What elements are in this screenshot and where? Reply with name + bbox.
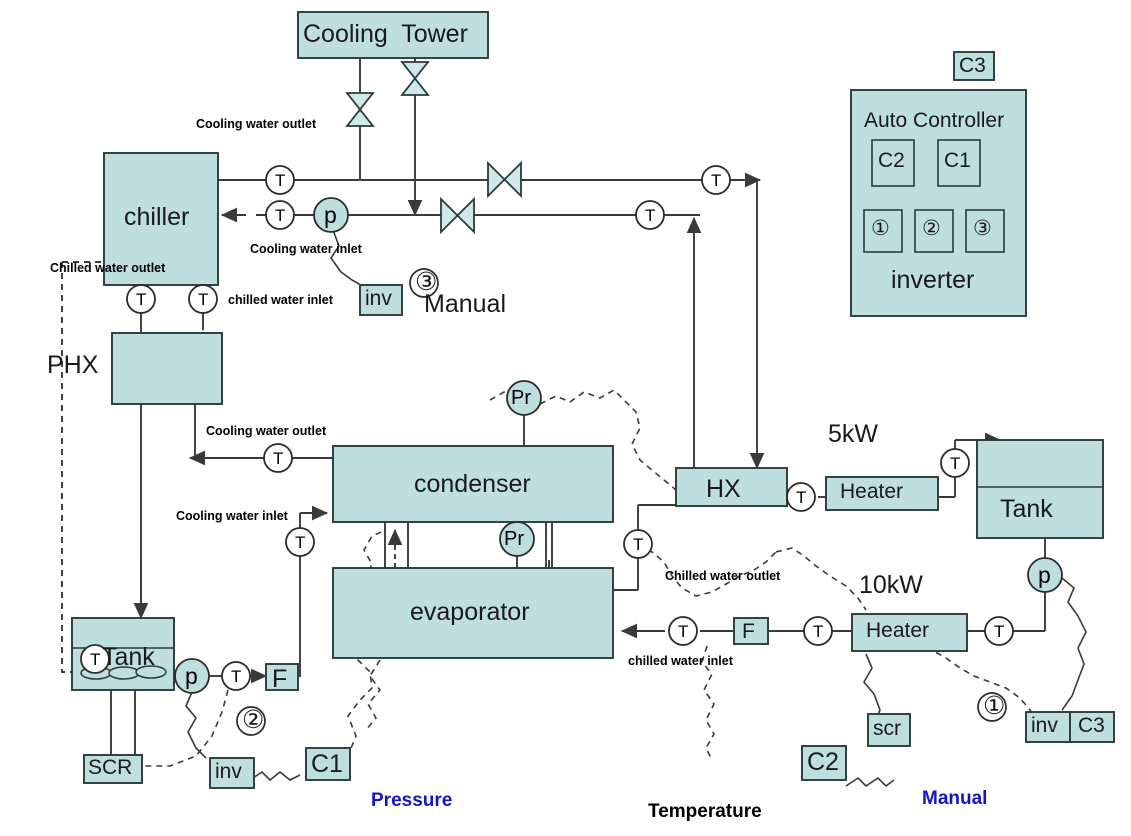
glyph-T-15: T: [813, 622, 824, 641]
label-condenser: condenser: [414, 470, 531, 498]
label-chilled-inlet-top: chilled water inlet: [228, 293, 333, 307]
label-c3-top: C3: [959, 54, 986, 77]
glyph-T-13: T: [950, 454, 961, 473]
glyph-T-14: T: [678, 622, 689, 641]
glyph-T-1: T: [275, 171, 286, 190]
glyph-T-8: T: [295, 533, 306, 552]
label-c3-right: C3: [1078, 714, 1105, 737]
label-panel-c2: C2: [878, 149, 905, 172]
glyph-T-11: T: [633, 535, 644, 554]
label-inv-left: inv: [215, 760, 242, 783]
label-evaporator: evaporator: [410, 598, 530, 626]
glyph-Pr-2: Pr: [504, 528, 524, 550]
label-chiller: chiller: [124, 203, 190, 231]
label-auto-controller-title: Auto Controller: [864, 109, 1005, 132]
link-pump-to-inv-top: [330, 229, 367, 289]
schematic-diagram: Cooling Tower chiller PHX condenser evap…: [0, 0, 1131, 836]
pipe-chilled-outlet-dashed: [61, 262, 118, 673]
label-scr-left: SCR: [88, 756, 133, 779]
glyph-T-9: T: [90, 650, 101, 669]
label-heater-bottom: Heater: [866, 619, 930, 642]
label-cw-inlet-top: Cooling water inlet: [250, 242, 362, 256]
label-tank-right: Tank: [1000, 495, 1053, 523]
pipe-cw-in-from-F: [292, 556, 301, 677]
label-scr-right: scr: [873, 717, 901, 740]
label-c1-left: C1: [311, 750, 343, 778]
label-panel-inv2: ②: [922, 217, 941, 240]
label-tank-left: Tank: [102, 643, 155, 671]
glyph-circle-1: ①: [983, 692, 1006, 720]
glyph-T-4: T: [645, 206, 656, 225]
label-cw-outlet-mid: Cooling water outlet: [206, 424, 327, 438]
label-cw-inlet-mid: Cooling water inlet: [176, 509, 288, 523]
label-panel-footer: inverter: [891, 266, 975, 294]
label-c2-right: C2: [807, 748, 839, 776]
annotation-left: Pressure Auto Controller Or Manual: [371, 747, 510, 836]
glyph-T-12: T: [796, 488, 807, 507]
glyph-T-6: T: [198, 290, 209, 309]
label-inv-top: inv: [365, 287, 392, 310]
box-phx: [111, 332, 223, 405]
glyph-T-16: T: [994, 622, 1005, 641]
label-cw-outlet-top: Cooling water outlet: [196, 117, 317, 131]
annotation-right-line1: Manual: [922, 787, 988, 809]
annotation-left-line1: Pressure: [371, 789, 453, 811]
link-pump-to-inv-right: [1061, 577, 1087, 711]
glyph-T-7: T: [273, 449, 284, 468]
valve-tower-downcomer: [400, 61, 430, 96]
label-phx: PHX: [47, 351, 99, 379]
link-T-to-SCR-dashed: [140, 689, 229, 767]
label-chilled-inlet-right: chilled water inlet: [628, 654, 733, 668]
valve-cw-inlet: [440, 196, 475, 235]
valve-cw-outlet: [487, 160, 522, 199]
link-to-heater10-dashed: [775, 547, 867, 611]
link-inv-to-C1: [252, 770, 301, 782]
annotation-center: Temperature Auto Controller: [648, 758, 787, 836]
label-panel-inv1: ①: [871, 217, 890, 240]
label-flow-right: F: [742, 620, 755, 643]
glyph-circle-2: ②: [242, 706, 265, 734]
link-pump-to-inv-left: [185, 691, 207, 759]
box-tank-right: [976, 439, 1104, 539]
label-cooling-tower: Cooling Tower: [303, 20, 468, 48]
glyph-T-10: T: [231, 667, 242, 686]
glyph-pump-3: p: [1038, 562, 1051, 588]
glyph-pump-1: p: [324, 202, 337, 228]
label-heater-top: Heater: [840, 480, 904, 503]
annotation-right: Manual Or Pressure Auto Controller: [922, 745, 1061, 836]
glyph-pump-2: p: [185, 663, 198, 689]
glyph-T-2: T: [275, 206, 286, 225]
link-C2-to-scr: [845, 776, 895, 788]
label-power-10kw: 10kW: [859, 571, 923, 599]
glyph-T-5: T: [136, 290, 147, 309]
label-flow-left: F: [272, 665, 288, 693]
label-chilled-outlet-top: Chilled water outlet: [50, 261, 166, 275]
valve-tower-riser: [345, 92, 375, 127]
label-panel-inv3: ③: [973, 217, 992, 240]
label-hx: HX: [706, 475, 741, 503]
label-panel-c1: C1: [944, 149, 971, 172]
label-manual-top: Manual: [424, 290, 506, 318]
glyph-T-3: T: [711, 171, 722, 190]
label-inv-right: inv: [1031, 714, 1058, 737]
glyph-Pr-1: Pr: [511, 387, 531, 409]
annotation-center-line1: Temperature: [648, 800, 762, 822]
label-chilled-outlet-right: Chilled water outlet: [665, 569, 781, 583]
label-power-5kw: 5kW: [828, 420, 878, 448]
